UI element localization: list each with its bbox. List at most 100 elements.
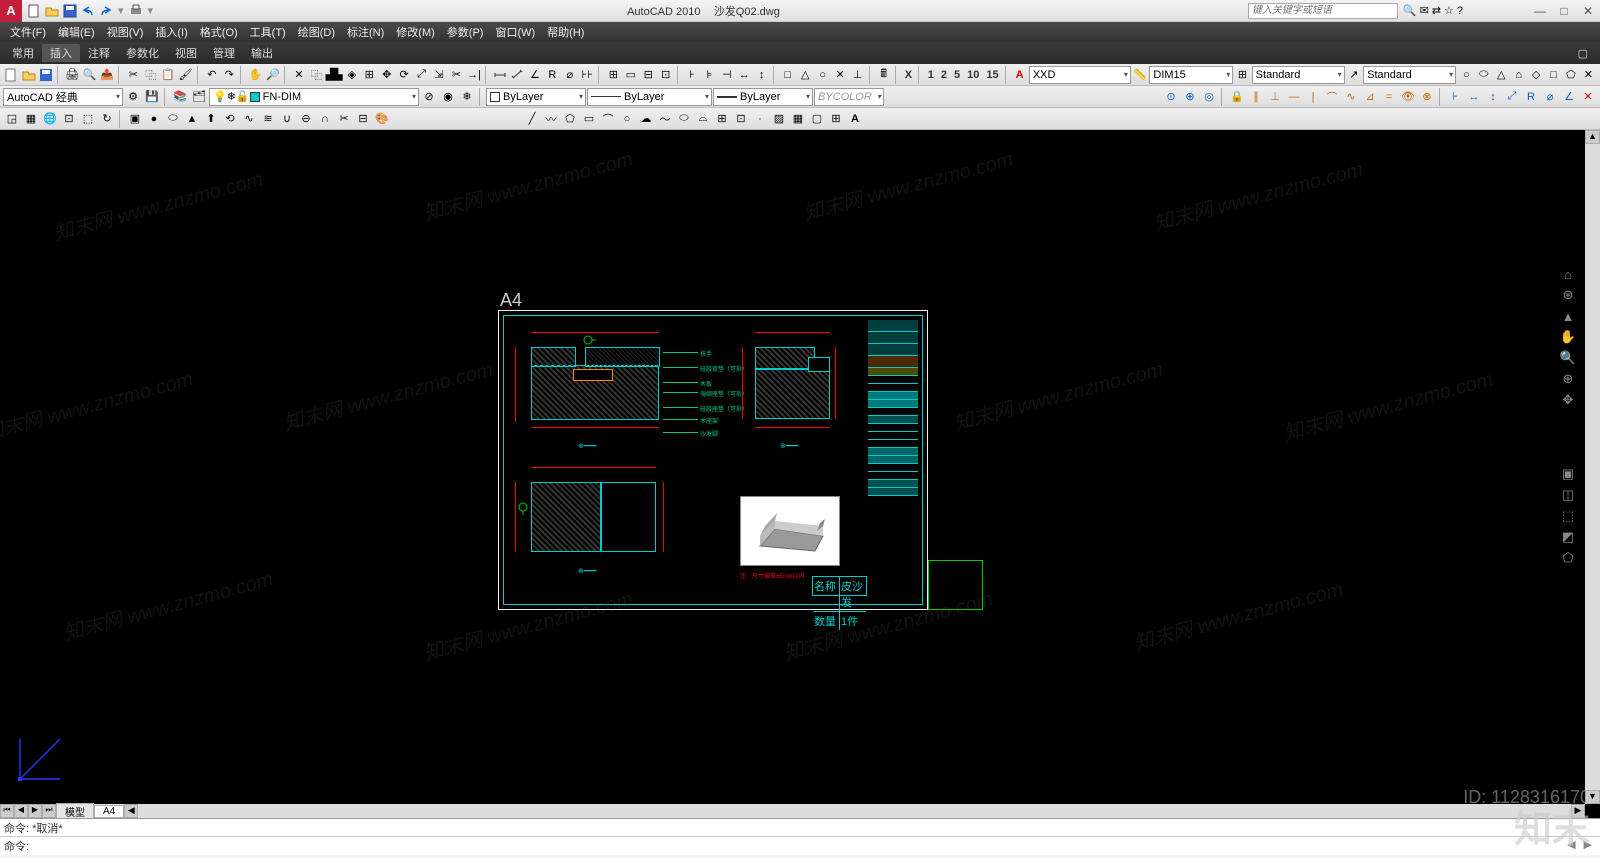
save-icon[interactable] — [62, 3, 78, 19]
ribbon-tab-parametric[interactable]: 参数化 — [118, 44, 167, 62]
dimc-r-icon[interactable]: R — [1522, 88, 1540, 106]
maximize-button[interactable]: □ — [1552, 3, 1576, 19]
solid-cone-icon[interactable]: ▲ — [183, 110, 201, 128]
linetype-dropdown[interactable]: ByLayer — [587, 88, 712, 106]
shape-diamond-icon[interactable]: ◇ — [1528, 66, 1544, 84]
constraint-vert-icon[interactable]: | — [1304, 88, 1322, 106]
constraint-smooth-icon[interactable]: ∿ — [1342, 88, 1360, 106]
table-icon[interactable]: ⊞ — [605, 66, 621, 84]
dimc-del-icon[interactable]: ✕ — [1579, 88, 1597, 106]
dim-diameter-icon[interactable]: ⌀ — [562, 66, 578, 84]
table-icon[interactable]: ⊞ — [827, 110, 845, 128]
scale-icon[interactable]: ⤢ — [413, 66, 429, 84]
osnap-mid-icon[interactable]: △ — [797, 66, 813, 84]
plot-icon[interactable]: 🖨 — [64, 66, 80, 84]
view-icon[interactable]: ▦ — [22, 110, 40, 128]
3dorbit-icon[interactable]: 🌐 — [41, 110, 59, 128]
layout-tab-a4[interactable]: A4 — [94, 805, 124, 818]
rect-icon[interactable]: ▭ — [580, 110, 598, 128]
render-icon[interactable]: 🎨 — [373, 110, 391, 128]
pline-icon[interactable]: 〰 — [542, 110, 560, 128]
offset-icon[interactable]: ◈ — [344, 66, 360, 84]
textstyle-icon[interactable]: A — [1011, 66, 1027, 84]
osnap-cen-icon[interactable]: ○ — [814, 66, 830, 84]
menu-format[interactable]: 格式(O) — [194, 24, 244, 40]
stretch-icon[interactable]: ⇲ — [431, 66, 447, 84]
slice-icon[interactable]: ✂ — [335, 110, 353, 128]
nav-cube-persp-icon[interactable]: ⬠ — [1559, 549, 1577, 567]
menu-window[interactable]: 窗口(W) — [489, 24, 541, 40]
array-icon[interactable]: ⊞ — [361, 66, 377, 84]
vpoint-icon[interactable]: ⊡ — [60, 110, 78, 128]
nav-pan-icon[interactable]: ✋ — [1559, 328, 1577, 346]
zoom-icon[interactable]: 🔎 — [265, 66, 281, 84]
mirror-icon[interactable]: ▟▙ — [326, 66, 343, 84]
constraint-eq-icon[interactable]: = — [1380, 88, 1398, 106]
app-menu-button[interactable]: A — [0, 0, 22, 22]
scroll-down-icon[interactable]: ▼ — [1585, 790, 1600, 804]
revolve-icon[interactable]: ⟲ — [221, 110, 239, 128]
point-icon[interactable]: · — [751, 110, 769, 128]
osnap-int-icon[interactable]: ✕ — [832, 66, 848, 84]
dist-v-icon[interactable]: ↕ — [753, 66, 769, 84]
tablestyle-dropdown[interactable]: Standard — [1252, 66, 1345, 84]
sweep-icon[interactable]: ∿ — [240, 110, 258, 128]
scroll-up-icon[interactable]: ▲ — [1585, 130, 1600, 144]
dim-continue-icon[interactable]: ⊦⊦ — [579, 66, 595, 84]
constraint-para-icon[interactable]: ∥ — [1247, 88, 1265, 106]
qnew-icon[interactable] — [3, 66, 19, 84]
save-icon[interactable] — [38, 66, 54, 84]
extend-icon[interactable]: →| — [466, 66, 482, 84]
textstyle-dropdown[interactable]: XXD — [1029, 66, 1131, 84]
gradient-icon[interactable]: ▦ — [789, 110, 807, 128]
dimc-ang-icon[interactable]: ∠ — [1560, 88, 1578, 106]
nav-cube-front-icon[interactable]: ◫ — [1559, 486, 1577, 504]
help-search-input[interactable] — [1248, 3, 1398, 19]
shape-triangle-icon[interactable]: △ — [1493, 66, 1509, 84]
tile-h-icon[interactable]: ⊟ — [640, 66, 656, 84]
plotstyle-dropdown[interactable]: BYCOLOR — [814, 88, 884, 106]
move-icon[interactable]: ✥ — [378, 66, 394, 84]
paste-icon[interactable]: 📋 — [160, 66, 176, 84]
shape-cross-icon[interactable]: ✕ — [1580, 66, 1596, 84]
nav-cube-top-icon[interactable]: ▣ — [1559, 465, 1577, 483]
intersect-icon[interactable]: ∩ — [316, 110, 334, 128]
open-icon[interactable] — [44, 3, 60, 19]
nav-cube-iso-icon[interactable]: ◩ — [1559, 528, 1577, 546]
shape-house-icon[interactable]: ⌂ — [1510, 66, 1526, 84]
vstyle-icon[interactable]: ⬚ — [79, 110, 97, 128]
menu-modify[interactable]: 修改(M) — [390, 24, 441, 40]
loft-icon[interactable]: ≋ — [259, 110, 277, 128]
dim-radius-icon[interactable]: R — [544, 66, 560, 84]
shape-square-icon[interactable]: □ — [1545, 66, 1561, 84]
section-icon[interactable]: ⊟ — [354, 110, 372, 128]
scroll-left-icon[interactable]: ◀ — [124, 804, 138, 818]
redo-icon[interactable]: ↷ — [221, 66, 237, 84]
dim-linear-icon[interactable] — [492, 66, 508, 84]
layout-tab-model[interactable]: 模型 — [56, 803, 94, 820]
print-icon[interactable] — [128, 3, 144, 19]
dimc-a-icon[interactable]: ⤢ — [1503, 88, 1521, 106]
cmd-arrow-right-icon[interactable]: ▶ — [1580, 838, 1596, 854]
line-icon[interactable]: ╱ — [523, 110, 541, 128]
erase-icon[interactable]: ✕ — [291, 66, 307, 84]
constraint-horz-icon[interactable]: — — [1285, 88, 1303, 106]
constraint-sym-icon[interactable]: ⊿ — [1361, 88, 1379, 106]
makeblk-icon[interactable]: ⊡ — [732, 110, 750, 128]
dimstyle-icon[interactable]: 📏 — [1132, 66, 1148, 84]
elliparc-icon[interactable]: ⌓ — [694, 110, 712, 128]
nav-wheel-icon[interactable]: ⊛ — [1559, 286, 1577, 304]
nav-move-icon[interactable]: ✥ — [1559, 391, 1577, 409]
menu-help[interactable]: 帮助(H) — [541, 24, 590, 40]
preview-icon[interactable]: 🔍 — [81, 66, 97, 84]
binoculars-icon[interactable]: 🔍 — [1403, 4, 1417, 17]
exchange-icon[interactable]: ⇄ — [1432, 4, 1441, 17]
mleaderstyle-dropdown[interactable]: Standard — [1363, 66, 1456, 84]
dimc-h-icon[interactable]: ↔ — [1465, 88, 1483, 106]
arc-icon[interactable]: ⌒ — [599, 110, 617, 128]
align-right-icon[interactable]: ⊣ — [719, 66, 735, 84]
tab-last-icon[interactable]: ⏭ — [42, 804, 56, 818]
open-icon[interactable] — [20, 66, 36, 84]
ribbon-tab-view[interactable]: 视图 — [167, 44, 205, 62]
menu-file[interactable]: 文件(F) — [4, 24, 52, 40]
